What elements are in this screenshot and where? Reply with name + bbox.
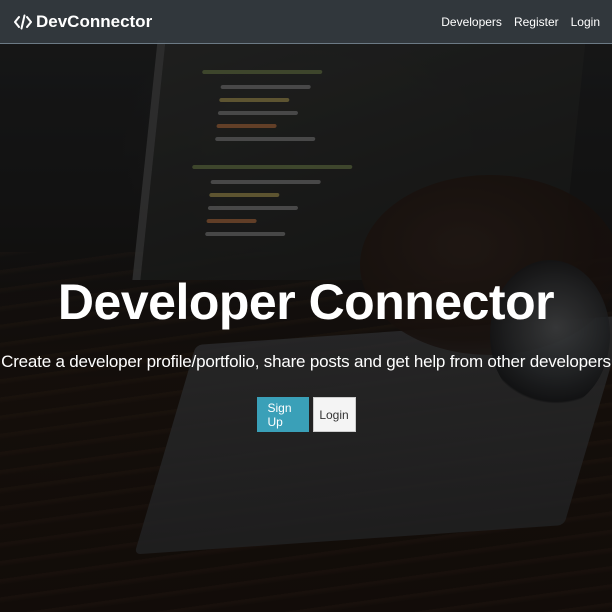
nav-links: Developers Register Login xyxy=(429,15,600,29)
code-icon xyxy=(14,14,32,30)
nav-link-login[interactable]: Login xyxy=(571,15,600,29)
brand-link[interactable]: DevConnector xyxy=(14,12,152,32)
landing-inner: Developer Connector Create a developer p… xyxy=(0,0,612,612)
signup-button[interactable]: Sign Up xyxy=(256,397,309,432)
brand-text: DevConnector xyxy=(36,11,153,31)
login-button[interactable]: Login xyxy=(312,397,356,432)
nav-link-developers[interactable]: Developers xyxy=(441,15,502,29)
cta-buttons: Sign Up Login xyxy=(256,397,356,432)
landing-page: DevConnector Developers Register Login D… xyxy=(0,0,612,612)
nav-link-register[interactable]: Register xyxy=(514,15,559,29)
navbar: DevConnector Developers Register Login xyxy=(0,0,612,44)
page-title: Developer Connector xyxy=(57,274,555,330)
page-subtitle: Create a developer profile/portfolio, sh… xyxy=(1,352,611,371)
